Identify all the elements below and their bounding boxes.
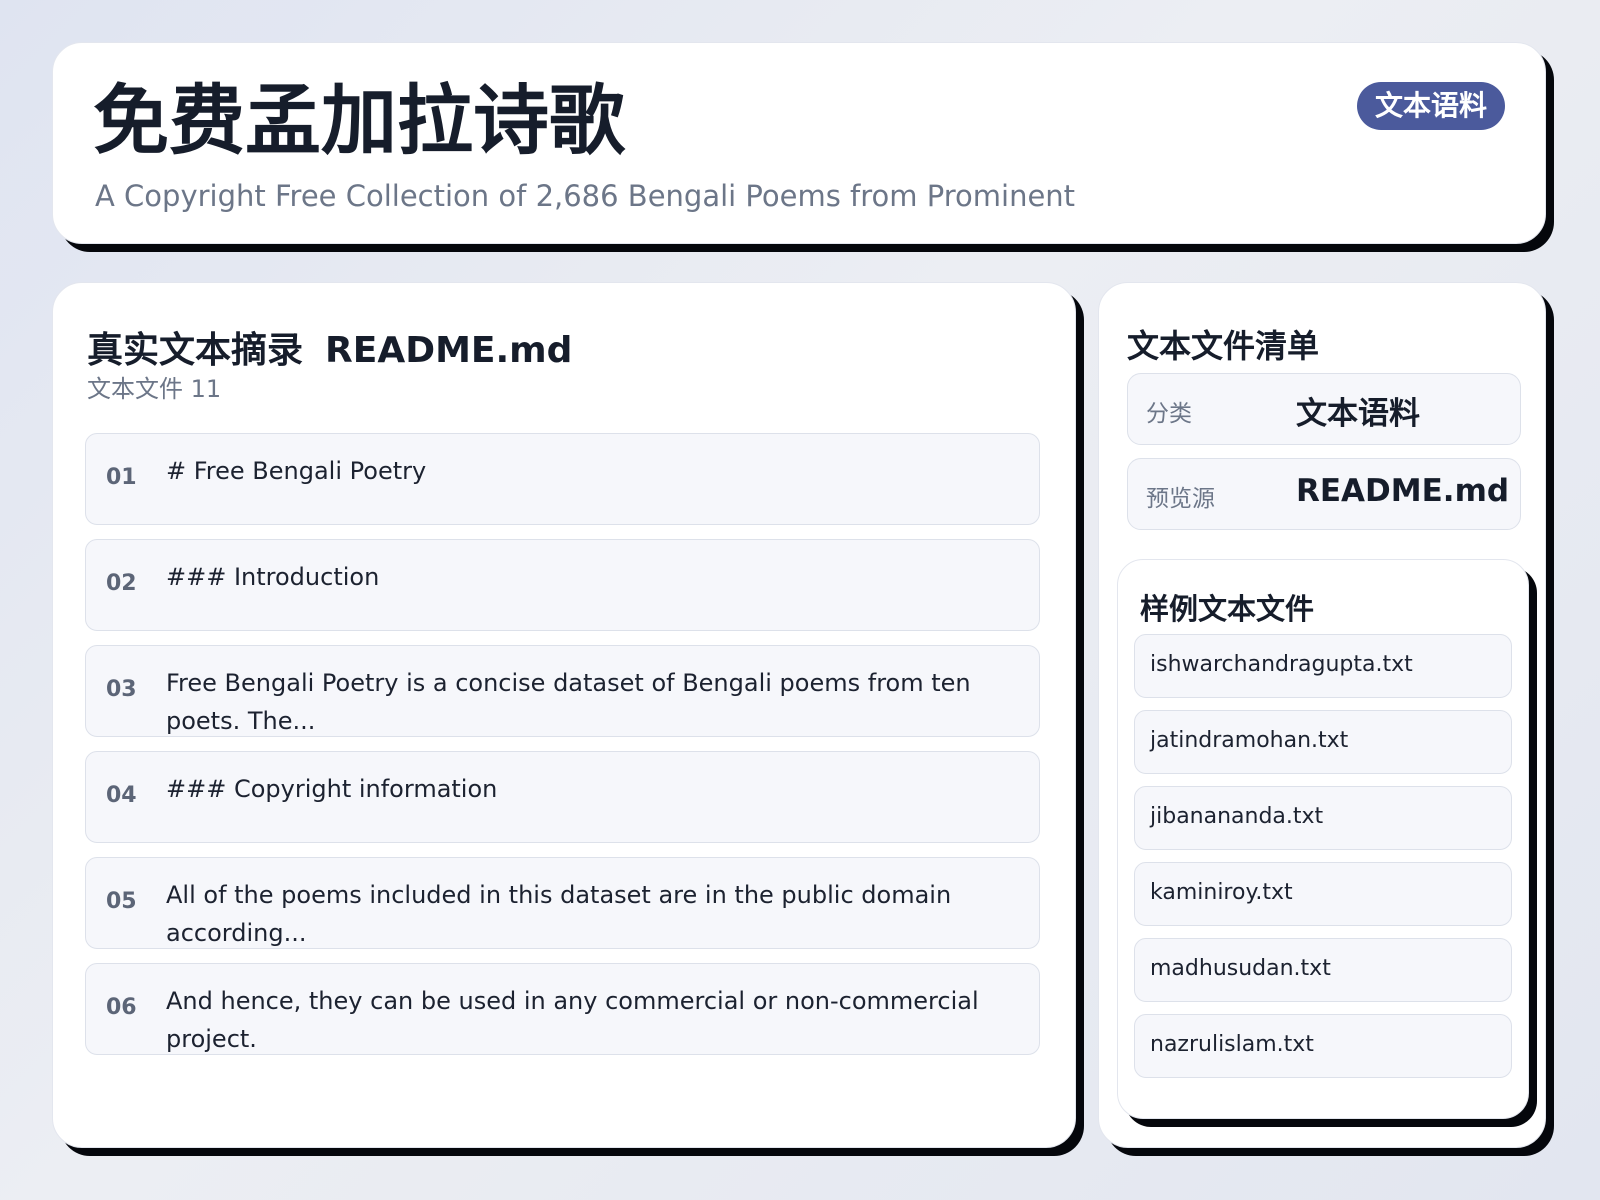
line-number: 06 xyxy=(106,995,137,1020)
excerpt-line: 02 ### Introduction xyxy=(85,539,1040,631)
line-text: # Free Bengali Poetry xyxy=(166,457,427,485)
line-number: 05 xyxy=(106,889,137,914)
excerpt-line: 06 And hence, they can be used in any co… xyxy=(85,963,1040,1055)
line-number: 03 xyxy=(106,677,137,702)
line-number: 02 xyxy=(106,571,137,596)
sample-file-item[interactable]: kaminiroy.txt xyxy=(1134,862,1512,926)
category-badge: 文本语料 xyxy=(1356,82,1505,131)
line-text: And hence, they can be used in any comme… xyxy=(166,987,979,1053)
sample-file-item[interactable]: jibanananda.txt xyxy=(1134,786,1512,850)
category-row: 分类 文本语料 xyxy=(1127,373,1521,445)
excerpt-line: 05 All of the poems included in this dat… xyxy=(85,857,1040,949)
source-label: 预览源 xyxy=(1146,486,1215,512)
sample-files-card: 样例文本文件 ishwarchandragupta.txt jatindramo… xyxy=(1117,559,1529,1119)
manifest-title: 文本文件清单 xyxy=(1127,327,1320,365)
line-number: 01 xyxy=(106,465,137,490)
category-value: 文本语料 xyxy=(1296,396,1420,432)
excerpt-heading: 真实文本摘录 README.md xyxy=(87,321,572,373)
source-row: 预览源 README.md xyxy=(1127,458,1521,530)
sample-file-item[interactable]: jatindramohan.txt xyxy=(1134,710,1512,774)
line-text: All of the poems included in this datase… xyxy=(166,881,952,947)
page-title: 免费孟加拉诗歌 xyxy=(93,76,625,165)
manifest-card: 文本文件清单 分类 文本语料 预览源 README.md 样例文本文件 ishw… xyxy=(1098,282,1546,1148)
sample-file-item[interactable]: nazrulislam.txt xyxy=(1134,1014,1512,1078)
excerpt-subtitle: 文本文件 11 xyxy=(87,375,222,403)
sample-file-list: ishwarchandragupta.txt jatindramohan.txt… xyxy=(1134,634,1512,1090)
line-text: ### Copyright information xyxy=(166,775,498,803)
line-text: Free Bengali Poetry is a concise dataset… xyxy=(166,669,971,735)
header-card: 免费孟加拉诗歌 A Copyright Free Collection of 2… xyxy=(52,42,1546,244)
sample-file-item[interactable]: madhusudan.txt xyxy=(1134,938,1512,1002)
excerpt-line: 01 # Free Bengali Poetry xyxy=(85,433,1040,525)
page-subtitle: A Copyright Free Collection of 2,686 Ben… xyxy=(95,179,1076,213)
excerpt-card: 真实文本摘录 README.md 文本文件 11 01 # Free Bengal… xyxy=(52,282,1076,1148)
excerpt-title: 真实文本摘录 xyxy=(87,330,304,371)
excerpt-file-name: README.md xyxy=(325,330,573,371)
excerpt-line: 03 Free Bengali Poetry is a concise data… xyxy=(85,645,1040,737)
sample-file-item[interactable]: ishwarchandragupta.txt xyxy=(1134,634,1512,698)
excerpt-line-list: 01 # Free Bengali Poetry 02 ### Introduc… xyxy=(85,433,1040,1069)
line-number: 04 xyxy=(106,783,137,808)
excerpt-line: 04 ### Copyright information xyxy=(85,751,1040,843)
category-label: 分类 xyxy=(1146,401,1192,427)
source-value: README.md xyxy=(1296,473,1510,509)
sample-files-title: 样例文本文件 xyxy=(1140,592,1315,626)
line-text: ### Introduction xyxy=(166,563,380,591)
